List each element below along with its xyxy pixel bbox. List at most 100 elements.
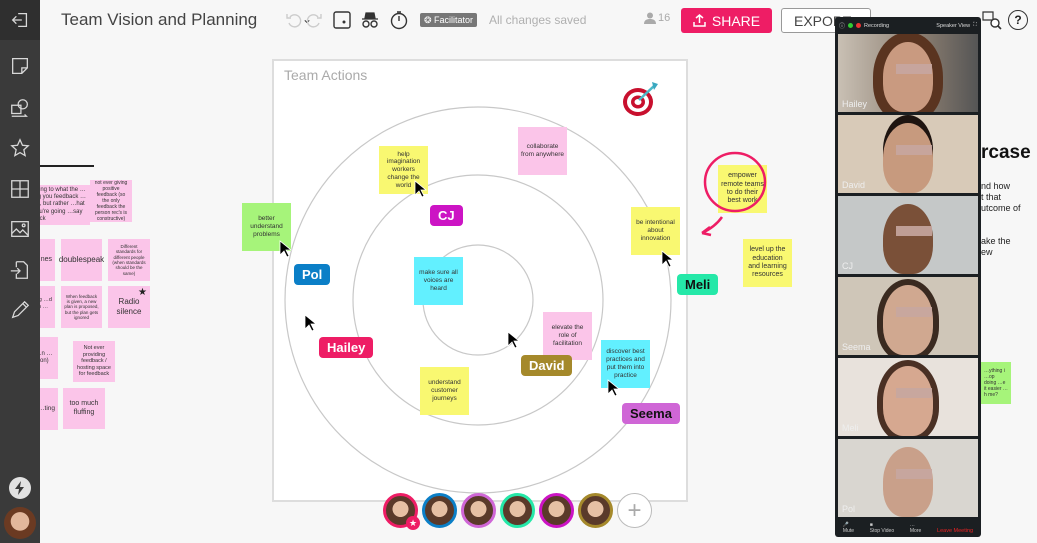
timer-icon[interactable] [389, 10, 409, 30]
my-avatar[interactable] [4, 507, 36, 539]
tile-name: Hailey [842, 99, 868, 109]
sticky-note[interactable]: be intentional about innovation [631, 207, 680, 255]
outer-ring [284, 106, 672, 494]
exit-icon [8, 8, 32, 32]
redo-icon[interactable] [304, 10, 324, 30]
video-call-header: ⓘ Recording Speaker View ⛶ [835, 17, 981, 34]
participant-video [883, 285, 933, 355]
sticky-note[interactable]: …ing to what the …ing you feedback …ng, … [40, 185, 90, 225]
avatar-pol[interactable] [422, 493, 457, 528]
add-participant-button[interactable]: + [617, 493, 652, 528]
private-mode-icon[interactable] [360, 10, 380, 30]
video-tile[interactable]: Hailey [838, 34, 978, 112]
participant-video [883, 447, 933, 517]
left-toolbar [0, 0, 40, 543]
leave-meeting-button[interactable]: Leave Meeting [937, 528, 973, 534]
share-button[interactable]: SHARE [681, 8, 772, 33]
cursor-label-hailey: Hailey [319, 337, 374, 358]
facilitator-badge[interactable]: ❂ Facilitator [420, 13, 478, 27]
info-icon[interactable]: ⓘ [839, 21, 845, 30]
avatar-seema[interactable] [461, 493, 496, 528]
face-blur [896, 469, 932, 479]
sticky-note[interactable]: elevate the role of facilitation [543, 312, 592, 360]
participant-avatars: ★ + [383, 493, 652, 530]
cursor-icon [661, 250, 675, 268]
video-tile[interactable]: Seema [838, 277, 978, 355]
target-rings [284, 106, 672, 494]
star-icon[interactable] [8, 136, 32, 160]
face-blur [896, 388, 932, 398]
more-button[interactable]: … More [910, 522, 921, 534]
help-button[interactable]: ? [1008, 10, 1028, 30]
avatar-meli[interactable] [500, 493, 535, 528]
tile-name: Pol [842, 504, 856, 514]
video-call-panel[interactable]: ⓘ Recording Speaker View ⛶ Hailey David … [835, 17, 981, 537]
sticky-note[interactable]: not ever giving positive feedback (so th… [90, 180, 132, 222]
avatar-david[interactable] [578, 493, 613, 528]
cursor-label-pol: Pol [294, 264, 331, 285]
sticky-note[interactable]: level up the education and learning reso… [743, 239, 792, 287]
grid-icon[interactable] [8, 177, 32, 201]
sticky-note[interactable]: understand customer journeys [420, 367, 469, 415]
avatar-cj[interactable] [539, 493, 574, 528]
mute-button[interactable]: 🎤 Mute [843, 522, 854, 534]
dartboard-icon [623, 82, 658, 116]
cursor-label-meli: Meli [677, 274, 719, 295]
lightning-icon[interactable] [9, 477, 31, 499]
sticky-note[interactable]: doublespeak [59, 239, 104, 281]
recording-label: Recording [864, 22, 890, 29]
shapes-icon[interactable] [8, 96, 32, 120]
sticky-note[interactable]: …ything i …op doing …e it easier …h me? [981, 362, 1011, 404]
sticky-note[interactable]: Not ever providing feedback / hosting sp… [73, 341, 115, 382]
cursor-icon [279, 240, 293, 258]
video-tile[interactable]: CJ [838, 196, 978, 274]
speaker-view-button[interactable]: Speaker View [936, 23, 970, 29]
partial-text-line: nd how [981, 181, 1011, 191]
present-icon[interactable] [332, 10, 352, 30]
left-board-area: …ing to what the …ing you feedback …ng, … [40, 0, 240, 543]
sticky-note[interactable]: make sure all voices are heard [414, 257, 463, 305]
security-icon[interactable] [848, 23, 854, 28]
video-tile[interactable]: Pol [838, 439, 978, 517]
cursor-icon [607, 379, 621, 397]
exit-button[interactable] [0, 0, 40, 40]
call-controls: 🎤 Mute ■ Stop Video … More Leave Meeting [835, 515, 981, 537]
recording-icon [856, 23, 862, 28]
hand-drawn-circle-annotation[interactable] [700, 145, 770, 245]
online-users[interactable]: 16 [644, 12, 670, 24]
sticky-note-icon[interactable] [8, 54, 32, 78]
fullscreen-icon[interactable]: ⛶ [973, 22, 977, 29]
sticky-note[interactable]: …ng …cing …d or …upon …ons [40, 286, 55, 328]
participant-video [883, 42, 933, 112]
pen-icon[interactable] [8, 298, 32, 322]
sticky-note[interactable]: …nes [40, 239, 55, 281]
upload-icon [693, 14, 706, 27]
stop-video-button[interactable]: ■ Stop Video [870, 522, 894, 534]
face-blur [896, 64, 932, 74]
search-icon[interactable] [982, 10, 1002, 35]
image-icon[interactable] [8, 217, 32, 241]
tile-name: Seema [842, 342, 871, 352]
face-blur [896, 307, 932, 317]
avatar-hailey[interactable]: ★ [383, 493, 420, 530]
sticky-note[interactable]: collaborate from anywhere [518, 127, 567, 175]
partial-text-line: ew [981, 247, 993, 257]
sticky-note[interactable]: too much fluffing [63, 388, 105, 429]
tile-name: David [842, 180, 866, 190]
partial-heading: rcase [981, 142, 1031, 163]
sticky-note[interactable]: …nally …n …ck or …on) [40, 337, 58, 379]
facilitator-star-icon: ★ [406, 516, 420, 530]
cursor-icon [414, 180, 428, 198]
video-tile[interactable]: Meli [838, 358, 978, 436]
sticky-note[interactable]: …re of …ting [40, 388, 58, 430]
sticky-note[interactable]: Different standards for different people… [108, 239, 150, 281]
participant-video [883, 204, 933, 274]
video-tile[interactable]: David [838, 115, 978, 193]
undo-icon[interactable] [284, 10, 304, 30]
import-icon[interactable] [8, 258, 32, 282]
cursor-label-cj: CJ [430, 205, 463, 226]
cursor-icon [507, 331, 521, 349]
tile-name: Meli [842, 423, 859, 433]
sticky-note[interactable]: When feedback is given, a new plan is pr… [61, 286, 102, 328]
middle-ring [352, 174, 604, 426]
